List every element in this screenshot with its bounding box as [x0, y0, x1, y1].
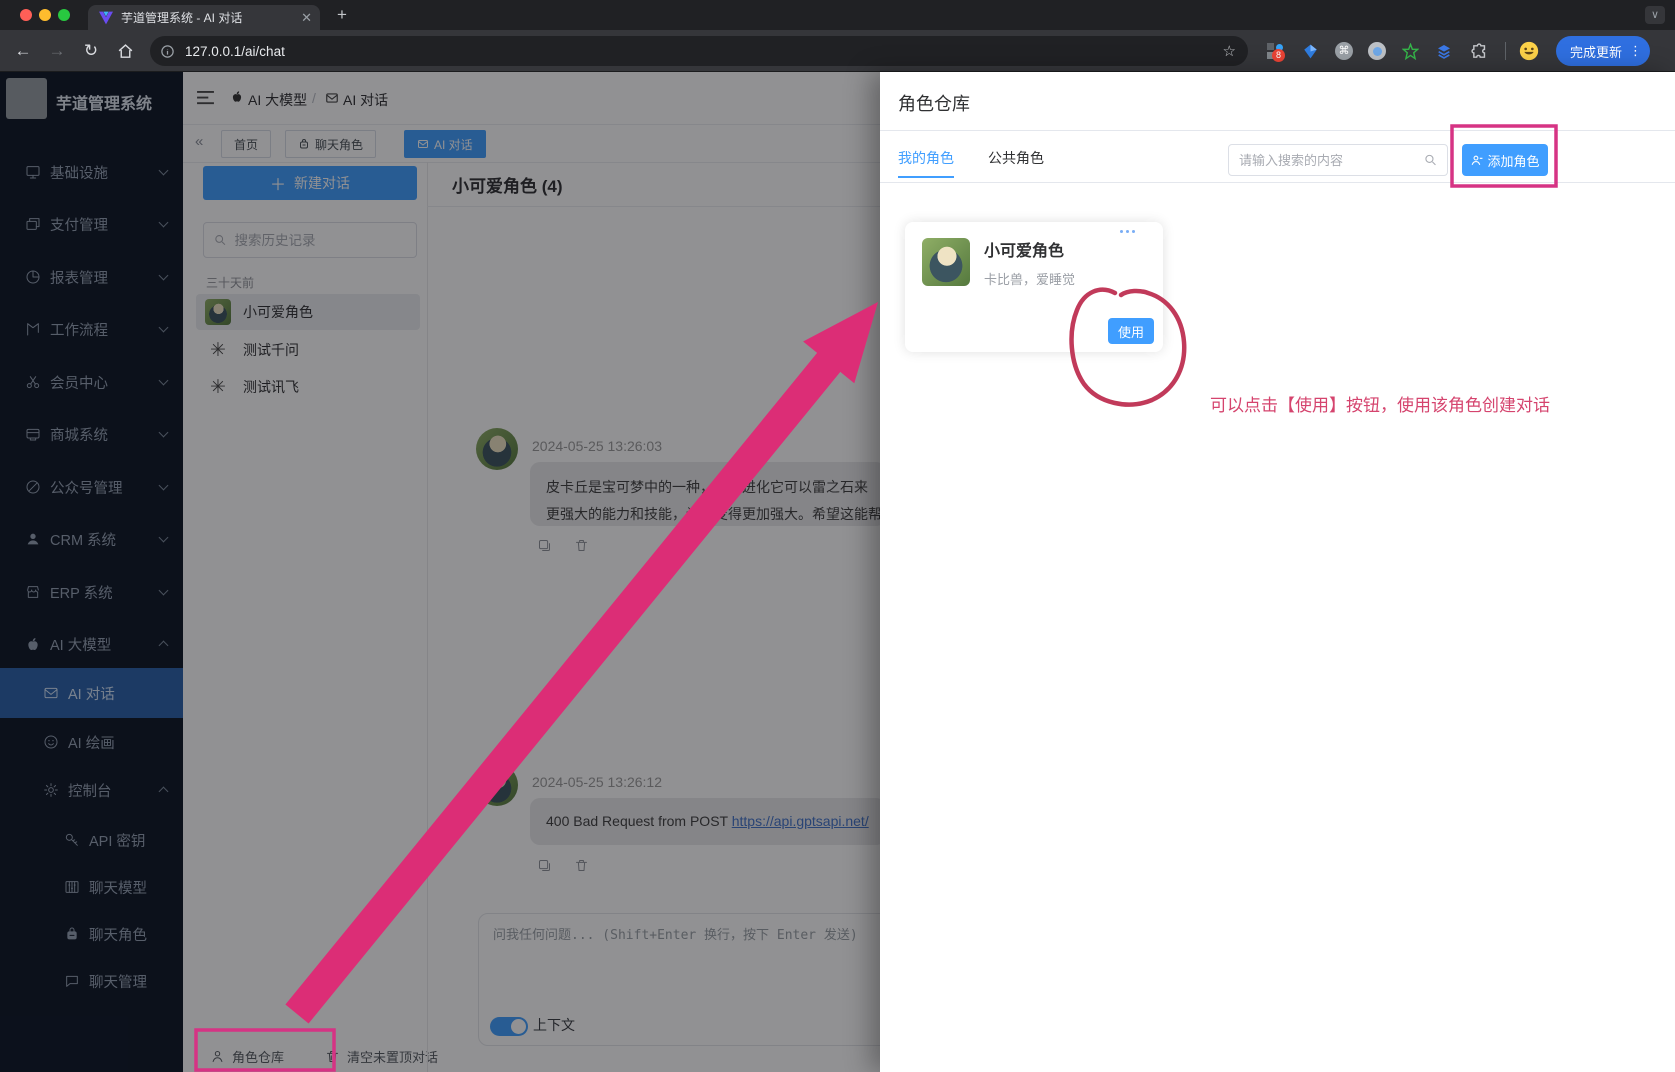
site-info-icon[interactable] [160, 44, 175, 59]
profile-avatar[interactable] [1516, 38, 1542, 64]
forward-icon[interactable]: → [44, 30, 70, 72]
browser-tab-title: 芋道管理系统 - AI 对话 [121, 9, 295, 26]
search-icon [1424, 153, 1437, 167]
extension-icon-kite[interactable] [1297, 38, 1323, 64]
url-text[interactable]: 127.0.0.1/ai/chat [185, 44, 1223, 59]
drawer-title: 角色仓库 [898, 90, 970, 116]
browser-toolbar: ← → ↻ 127.0.0.1/ai/chat ☆ 8 ⌘ [0, 30, 1675, 72]
browser-update-button[interactable]: 完成更新 ⋮ [1556, 36, 1650, 66]
address-bar[interactable]: 127.0.0.1/ai/chat ☆ [150, 36, 1248, 66]
extension-icon-command[interactable]: ⌘ [1331, 38, 1357, 64]
update-label: 完成更新 [1570, 42, 1622, 61]
role-search-input[interactable] [1239, 153, 1424, 168]
role-search-box[interactable] [1228, 144, 1448, 176]
tab-my-roles[interactable]: 我的角色 [898, 148, 954, 168]
tab-search-icon[interactable]: ∨ [1645, 6, 1665, 24]
extension-icon-circle[interactable] [1364, 38, 1390, 64]
new-tab-button[interactable]: + [330, 3, 354, 27]
more-options-icon[interactable] [1120, 230, 1135, 233]
role-repository-drawer: 角色仓库 我的角色 公共角色 添加角色 小可爱角色 卡比兽，爱睡觉 使用 [880, 72, 1675, 1072]
extension-badge: 8 [1272, 49, 1285, 62]
browser-tab-strip: 芋道管理系统 - AI 对话 ✕ + ∨ [0, 0, 1675, 30]
toolbar-divider [1505, 42, 1506, 60]
home-icon[interactable] [112, 30, 138, 72]
window-minimize-button[interactable] [39, 9, 51, 21]
back-icon[interactable]: ← [10, 30, 36, 72]
window-zoom-button[interactable] [58, 9, 70, 21]
site-favicon [99, 11, 113, 25]
tab-public-roles[interactable]: 公共角色 [988, 148, 1044, 168]
browser-menu-icon[interactable]: ⋮ [1629, 43, 1642, 59]
extension-icon-tabs[interactable]: 8 [1262, 38, 1288, 64]
bookmark-star-icon[interactable]: ☆ [1223, 42, 1236, 60]
active-tab-underline [898, 176, 954, 178]
browser-tab[interactable]: 芋道管理系统 - AI 对话 ✕ [88, 5, 320, 30]
modal-overlay[interactable] [0, 72, 880, 1072]
extension-icon-layers[interactable] [1431, 38, 1457, 64]
role-description: 卡比兽，爱睡觉 [984, 269, 1075, 288]
tab-close-icon[interactable]: ✕ [301, 10, 312, 26]
role-avatar [922, 238, 970, 286]
extension-icon-star[interactable] [1397, 38, 1423, 64]
add-role-button[interactable]: 添加角色 [1462, 144, 1548, 176]
refresh-icon[interactable]: ↻ [78, 30, 104, 72]
use-role-button[interactable]: 使用 [1108, 318, 1154, 344]
window-close-button[interactable] [20, 9, 32, 21]
extensions-puzzle-icon[interactable] [1466, 38, 1492, 64]
person-plus-icon [1470, 154, 1483, 167]
screenshot-root: 芋道管理系统 - AI 对话 ✕ + ∨ ← → ↻ 127.0.0.1/ai/… [0, 0, 1675, 1072]
role-name: 小可爱角色 [984, 237, 1064, 261]
